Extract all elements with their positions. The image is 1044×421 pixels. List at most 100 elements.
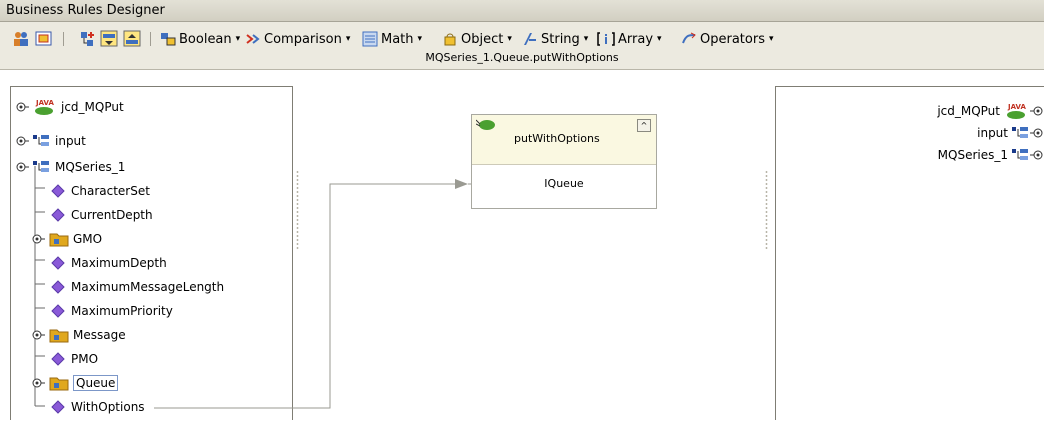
source-tree-panel: JAVA jcd_MQPutinput MQSeries_1 CharacterSet… — [10, 86, 293, 420]
math-icon — [362, 31, 378, 47]
tree-item-label: MaximumDepth — [71, 256, 167, 270]
tree-item-label: PMO — [71, 352, 99, 366]
destination-tree-panel: jcd_MQPut JAVA input MQSeries_1 — [775, 86, 1044, 420]
splitter-handle[interactable] — [296, 170, 299, 250]
expand-toggle-icon[interactable] — [31, 328, 45, 342]
tree-item-label: Message — [73, 328, 126, 342]
tree-item-currentdepth[interactable]: CurrentDepth — [31, 205, 153, 225]
expand-toggle-icon[interactable] — [15, 100, 29, 114]
collapse-button[interactable]: ^ — [637, 119, 651, 132]
tree-item-label: MQSeries_1 — [55, 160, 126, 174]
target-item-icons: JAVA — [1000, 102, 1044, 120]
tree-item-label: MaximumPriority — [71, 304, 173, 318]
window-title: Business Rules Designer — [6, 3, 165, 18]
toolbar-separator — [150, 32, 151, 46]
string-icon — [524, 33, 536, 45]
tree-item-label: Queue — [73, 375, 119, 391]
tree-item-characterset[interactable]: CharacterSet — [31, 181, 150, 201]
folder-icon — [49, 329, 69, 343]
math-menu-label: Math — [381, 31, 414, 47]
array-icon — [597, 32, 615, 46]
collapse-icon[interactable] — [123, 30, 141, 48]
tree-item-pmo[interactable]: PMO — [31, 349, 98, 369]
tree-item-maximummessagelength[interactable]: MaximumMessageLength — [31, 277, 224, 297]
diamond-icon — [51, 208, 65, 222]
chevron-up-icon: ^ — [640, 121, 648, 130]
object-menu[interactable]: Object ▾ — [442, 28, 512, 50]
method-icon — [476, 119, 495, 130]
tree-node-icon — [33, 135, 49, 146]
window-frame-icon[interactable] — [35, 30, 53, 48]
users-icon[interactable] — [12, 30, 30, 48]
window-title-bar: Business Rules Designer — [0, 0, 1044, 22]
target-item-icons — [1008, 126, 1044, 140]
tree-item-maximumpriority[interactable]: MaximumPriority — [31, 301, 173, 321]
object-icon — [444, 33, 456, 46]
target-item-label: jcd_MQPut — [937, 104, 1000, 118]
tree-item-gmo[interactable]: GMO — [31, 229, 102, 249]
splitter-handle[interactable] — [765, 170, 768, 250]
array-menu-label: Array — [618, 31, 654, 47]
tree-item-label: GMO — [73, 232, 103, 246]
tree-item-input[interactable]: input — [15, 131, 86, 151]
chevron-down-icon: ▾ — [657, 34, 662, 44]
diamond-icon — [51, 256, 65, 270]
chevron-down-icon: ▾ — [345, 34, 351, 44]
chevron-down-icon: ▾ — [583, 34, 589, 44]
java-collab-icon: JAVA — [35, 99, 54, 115]
operators-menu[interactable]: Operators ▾ — [681, 28, 774, 50]
target-item-label: input — [977, 126, 1008, 140]
tree-node-icon — [1012, 149, 1028, 160]
tree-item-label: CharacterSet — [71, 184, 150, 198]
svg-text:JAVA: JAVA — [1007, 103, 1026, 111]
tree-item-jcd-mqput[interactable]: JAVA jcd_MQPut — [15, 97, 124, 117]
toolbar-separator — [63, 32, 64, 46]
connector-port-icon[interactable] — [1030, 148, 1044, 162]
connector-port-icon[interactable] — [1030, 126, 1044, 140]
comparison-menu[interactable]: Comparison ▾ — [245, 28, 350, 50]
target-item-input[interactable]: input — [977, 123, 1044, 143]
method-node[interactable]: putWithOptions ^ IQueue — [471, 114, 657, 209]
tree-item-label: MaximumMessageLength — [71, 280, 225, 294]
string-menu-label: String — [541, 31, 580, 47]
tree-item-mqseries-1[interactable]: MQSeries_1 — [15, 157, 125, 177]
target-item-jcd-mqput[interactable]: jcd_MQPut JAVA — [937, 101, 1044, 121]
svg-text:JAVA: JAVA — [35, 99, 54, 107]
tree-node-icon — [33, 161, 49, 172]
boolean-menu[interactable]: Boolean ▾ — [160, 28, 240, 50]
expand-toggle-icon[interactable] — [31, 232, 45, 246]
tree-item-label: input — [55, 134, 86, 148]
tree-item-queue[interactable]: Queue — [31, 373, 119, 393]
string-menu[interactable]: String ▾ — [522, 28, 588, 50]
folder-icon — [49, 233, 69, 247]
add-branch-icon[interactable] — [78, 30, 96, 48]
chevron-down-icon: ▾ — [235, 34, 241, 44]
comparison-menu-label: Comparison — [264, 31, 342, 47]
comparison-icon — [246, 34, 260, 44]
tree-item-message[interactable]: Message — [31, 325, 126, 345]
target-item-mqseries-1[interactable]: MQSeries_1 — [938, 145, 1044, 165]
expand-toggle-icon[interactable] — [15, 160, 29, 174]
target-item-label: MQSeries_1 — [937, 148, 1008, 162]
method-node-title: putWithOptions — [514, 132, 600, 145]
expand-icon[interactable] — [100, 30, 118, 48]
expand-toggle-icon[interactable] — [15, 134, 29, 148]
boolean-menu-label: Boolean — [179, 31, 232, 47]
diamond-icon — [51, 304, 65, 318]
method-node-port[interactable]: IQueue — [472, 177, 656, 190]
java-collab-icon: JAVA — [1007, 103, 1026, 119]
target-item-icons — [1008, 148, 1044, 162]
tree-item-label: WithOptions — [71, 400, 145, 414]
array-menu[interactable]: Array ▾ — [597, 28, 662, 50]
object-menu-label: Object — [461, 31, 504, 47]
chevron-down-icon: ▾ — [507, 34, 512, 44]
tree-item-withoptions[interactable]: WithOptions — [31, 397, 145, 417]
tree-item-maximumdepth[interactable]: MaximumDepth — [31, 253, 167, 273]
tree-item-label: CurrentDepth — [71, 208, 153, 222]
math-menu[interactable]: Math ▾ — [362, 28, 422, 50]
tree-item-label: jcd_MQPut — [61, 100, 124, 114]
connector-port-icon[interactable] — [1030, 104, 1044, 118]
expand-toggle-icon[interactable] — [31, 376, 45, 390]
diamond-icon — [51, 280, 65, 294]
boolean-icon — [161, 33, 176, 46]
